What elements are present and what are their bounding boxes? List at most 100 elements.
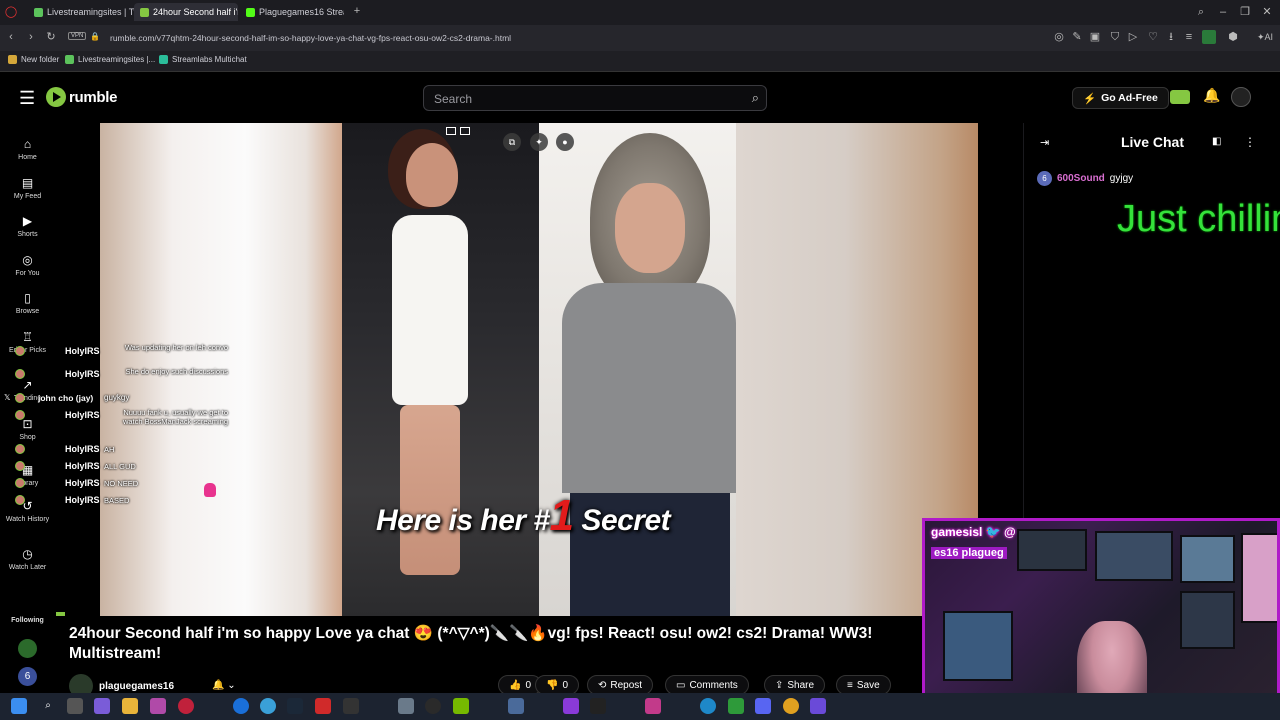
obs-icon[interactable] [343,698,359,714]
heart-icon[interactable]: ♡ [1146,30,1160,44]
tab-twitch[interactable]: Livestreamingsites | Twitch [28,3,134,21]
app-blue-icon[interactable] [700,698,716,714]
task-view-icon[interactable] [67,698,83,714]
play-icon[interactable]: ▷ [1126,30,1140,44]
popout-icon[interactable]: ◧ [1212,136,1221,147]
save-label: Save [856,679,880,691]
opera-gx-icon[interactable] [178,698,194,714]
xbox-icon[interactable] [425,698,441,714]
hamburger-menu-icon[interactable]: ☰ [19,89,35,107]
edit-icon[interactable]: ✎ [1070,30,1084,44]
browser-tab-bar: ◯ Livestreamingsites | Twitch 24hour Sec… [0,0,1280,25]
woman-a-body [392,215,468,405]
comments-button[interactable]: ▭ Comments [665,675,749,695]
nvidia-icon[interactable] [453,698,469,714]
vpn-badge[interactable]: VPN [68,32,87,40]
reload-icon[interactable]: ↻ [44,30,58,44]
progress-marker [56,612,65,616]
app-green-icon[interactable] [728,698,744,714]
search-icon[interactable]: ⌕ [40,698,56,714]
restore-icon[interactable]: ❐ [1238,5,1252,19]
chat-avatar [15,393,25,403]
webcam-channel-name: es16 plagueg [931,547,1007,559]
shield-icon[interactable]: ⛉ [1108,30,1122,44]
profile-icon[interactable]: ⬢ [1226,30,1240,44]
notifications-bell-icon[interactable]: 🔔 [1203,87,1220,104]
overlay-screen-icon[interactable] [460,127,470,135]
chrome-icon[interactable] [783,698,799,714]
following-channel-badge[interactable]: 6 [18,667,37,686]
camera-icon[interactable]: ◎ [1052,30,1066,44]
forward-icon[interactable]: › [24,30,38,44]
download-icon[interactable]: ⭳ [1164,30,1178,44]
steam-icon[interactable] [287,698,303,714]
ai-icon[interactable]: ✦AI [1252,30,1278,44]
dislike-count: 0 [562,679,569,691]
share-label: Share [787,679,815,691]
dislike-button[interactable]: 👎 0 [535,675,580,695]
minimize-icon[interactable]: – [1216,5,1230,19]
sidebar-item-watch-later[interactable]: ◷ Watch Later [0,547,55,571]
tab-rumble-active[interactable]: 24hour Second half i'm so [134,3,238,21]
chat-message-row: 6 600Sound gyjgy [1037,171,1133,186]
chat-username: HolyIRS [65,495,100,505]
upload-video-icon[interactable] [1170,90,1190,104]
streamlabs-icon[interactable] [563,698,579,714]
tab-kick[interactable]: Plaguegames16 Stream [240,3,344,21]
url-input[interactable]: rumble.com/v77qhtm-24hour-second-half-im… [110,29,1060,47]
bookmark-livestreamingsites[interactable]: Livestreamingsites |... [65,55,155,64]
go-ad-free-button[interactable]: ⚡ Go Ad-Free [1072,87,1169,109]
sidebar-item-home[interactable]: ⌂ Home [0,137,55,161]
sidebar-item-shorts[interactable]: ▶ Shorts [0,214,55,238]
opera-menu-icon[interactable]: ◯ [4,5,18,19]
bookmark-streamlabs[interactable]: Streamlabs Multichat [159,55,247,64]
save-button[interactable]: ≡ Save [836,675,891,695]
app-icon[interactable] [150,698,166,714]
user-avatar[interactable] [1231,87,1251,107]
duplicate-icon[interactable]: ⧉ [503,133,521,151]
sidebar-item-my-feed[interactable]: ▤ My Feed [0,176,55,200]
menu-icon[interactable]: ≡ [1182,30,1196,44]
app-red-icon[interactable] [315,698,331,714]
bell-subscribe-icon[interactable]: 🔔 ⌄ [212,680,236,691]
file-explorer-icon[interactable] [122,698,138,714]
new-tab-button[interactable]: + [350,4,364,18]
bookmarks-bar: New folder Livestreamingsites |... Strea… [0,51,1280,72]
copilot-icon[interactable] [94,698,110,714]
sidebar-item-browse[interactable]: ▯ Browse [0,291,55,315]
more-options-icon[interactable]: ⋮ [1244,135,1256,149]
tab-label: 24hour Second half i'm so [153,7,238,17]
app-purple-icon[interactable] [810,698,826,714]
discord-icon[interactable] [755,698,771,714]
share-button[interactable]: ⇪ Share [764,675,826,695]
channel-name[interactable]: plaguegames16 [99,681,174,692]
chat-message: guykgy [104,393,130,402]
search-tabs-icon[interactable]: ⌕ [1194,5,1208,19]
edge-icon[interactable] [233,698,249,714]
sidebar-item-for-you[interactable]: ◎ For You [0,253,55,277]
bookmark-new-folder[interactable]: New folder [8,55,59,64]
rumble-logo[interactable]: rumble [46,87,118,107]
camera-app-icon[interactable] [398,698,414,714]
browser-icon[interactable] [260,698,276,714]
snapshot-icon[interactable]: ▣ [1088,30,1102,44]
extension-icon[interactable] [1202,30,1216,44]
search-icon[interactable]: ⌕ [752,90,759,106]
media-icon[interactable] [645,698,661,714]
lock-icon[interactable]: 🔒 [88,30,102,44]
settings-icon[interactable] [508,698,524,714]
repost-button[interactable]: ⟲ Repost [587,675,654,695]
chat-username[interactable]: 600Sound [1057,173,1105,184]
camera-control-icon[interactable]: ● [556,133,574,151]
github-icon[interactable] [590,698,606,714]
bookmark-label: New folder [21,55,60,64]
chat-avatar [15,346,25,356]
search-input[interactable]: Search ⌕ [423,85,767,111]
bookmark-label: Livestreamingsites |... [78,55,156,64]
windows-start-icon[interactable] [11,698,27,714]
sparkle-icon[interactable]: ✦ [530,133,548,151]
following-channel-avatar[interactable] [18,639,37,658]
overlay-pip-icon[interactable] [446,127,456,135]
close-window-icon[interactable]: ✕ [1260,5,1274,19]
back-icon[interactable]: ‹ [4,30,18,44]
